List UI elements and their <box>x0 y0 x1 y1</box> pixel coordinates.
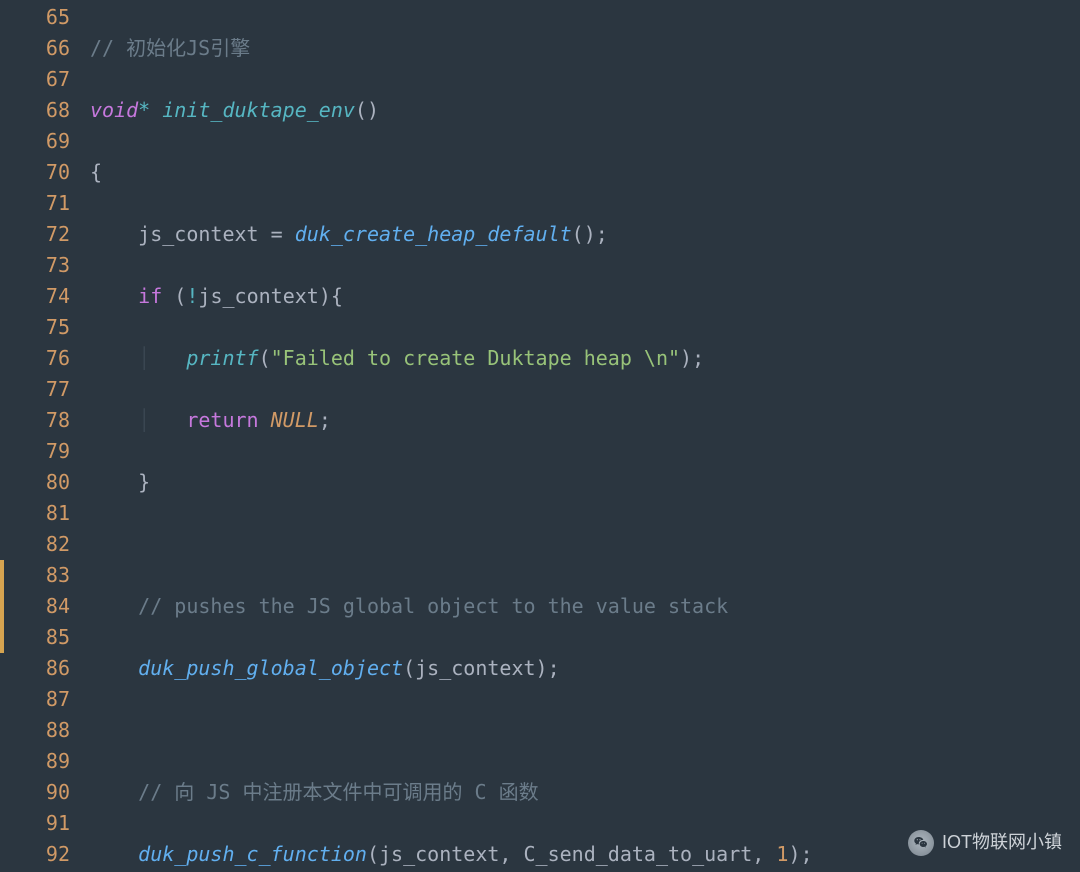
code-line[interactable]: if (!js_context){ <box>90 281 1080 312</box>
line-number: 92 <box>0 839 90 870</box>
code-line[interactable]: { <box>90 157 1080 188</box>
line-number: 81 <box>0 498 90 529</box>
code-editor[interactable]: 65 66 67 68 69 70 71 72 73 74 75 76 77 7… <box>0 0 1080 872</box>
line-number: 69 <box>0 126 90 157</box>
line-number: 68 <box>0 95 90 126</box>
line-number: 91 <box>0 808 90 839</box>
line-number: 71 <box>0 188 90 219</box>
code-line[interactable] <box>90 529 1080 560</box>
code-line[interactable]: // pushes the JS global object to the va… <box>90 591 1080 622</box>
line-number: 75 <box>0 312 90 343</box>
watermark: IOT物联网小镇 <box>908 827 1062 858</box>
line-number: 88 <box>0 715 90 746</box>
code-line[interactable]: } <box>90 467 1080 498</box>
line-number: 84 <box>0 591 90 622</box>
line-number-gutter: 65 66 67 68 69 70 71 72 73 74 75 76 77 7… <box>0 0 90 872</box>
line-number: 83 <box>0 560 90 591</box>
wechat-icon <box>908 830 934 856</box>
line-number: 70 <box>0 157 90 188</box>
line-number: 89 <box>0 746 90 777</box>
line-number: 65 <box>0 2 90 33</box>
line-number: 80 <box>0 467 90 498</box>
modification-marker <box>0 560 4 653</box>
line-number: 72 <box>0 219 90 250</box>
line-number: 66 <box>0 33 90 64</box>
line-number: 82 <box>0 529 90 560</box>
line-number: 73 <box>0 250 90 281</box>
line-number: 79 <box>0 436 90 467</box>
line-number: 87 <box>0 684 90 715</box>
code-line[interactable]: │ printf("Failed to create Duktape heap … <box>90 343 1080 374</box>
watermark-text: IOT物联网小镇 <box>942 827 1062 858</box>
code-line[interactable]: duk_push_global_object(js_context); <box>90 653 1080 684</box>
line-number: 85 <box>0 622 90 653</box>
code-line[interactable] <box>90 715 1080 746</box>
line-number: 67 <box>0 64 90 95</box>
code-area[interactable]: // 初始化JS引擎 void* init_duktape_env() { js… <box>90 0 1080 872</box>
code-line[interactable]: // 向 JS 中注册本文件中可调用的 C 函数 <box>90 777 1080 808</box>
line-number: 74 <box>0 281 90 312</box>
code-line[interactable]: void* init_duktape_env() <box>90 95 1080 126</box>
code-line[interactable]: js_context = duk_create_heap_default(); <box>90 219 1080 250</box>
code-line[interactable]: │ return NULL; <box>90 405 1080 436</box>
code-line[interactable]: // 初始化JS引擎 <box>90 33 1080 64</box>
line-number: 78 <box>0 405 90 436</box>
line-number: 76 <box>0 343 90 374</box>
line-number: 90 <box>0 777 90 808</box>
line-number: 86 <box>0 653 90 684</box>
line-number: 77 <box>0 374 90 405</box>
